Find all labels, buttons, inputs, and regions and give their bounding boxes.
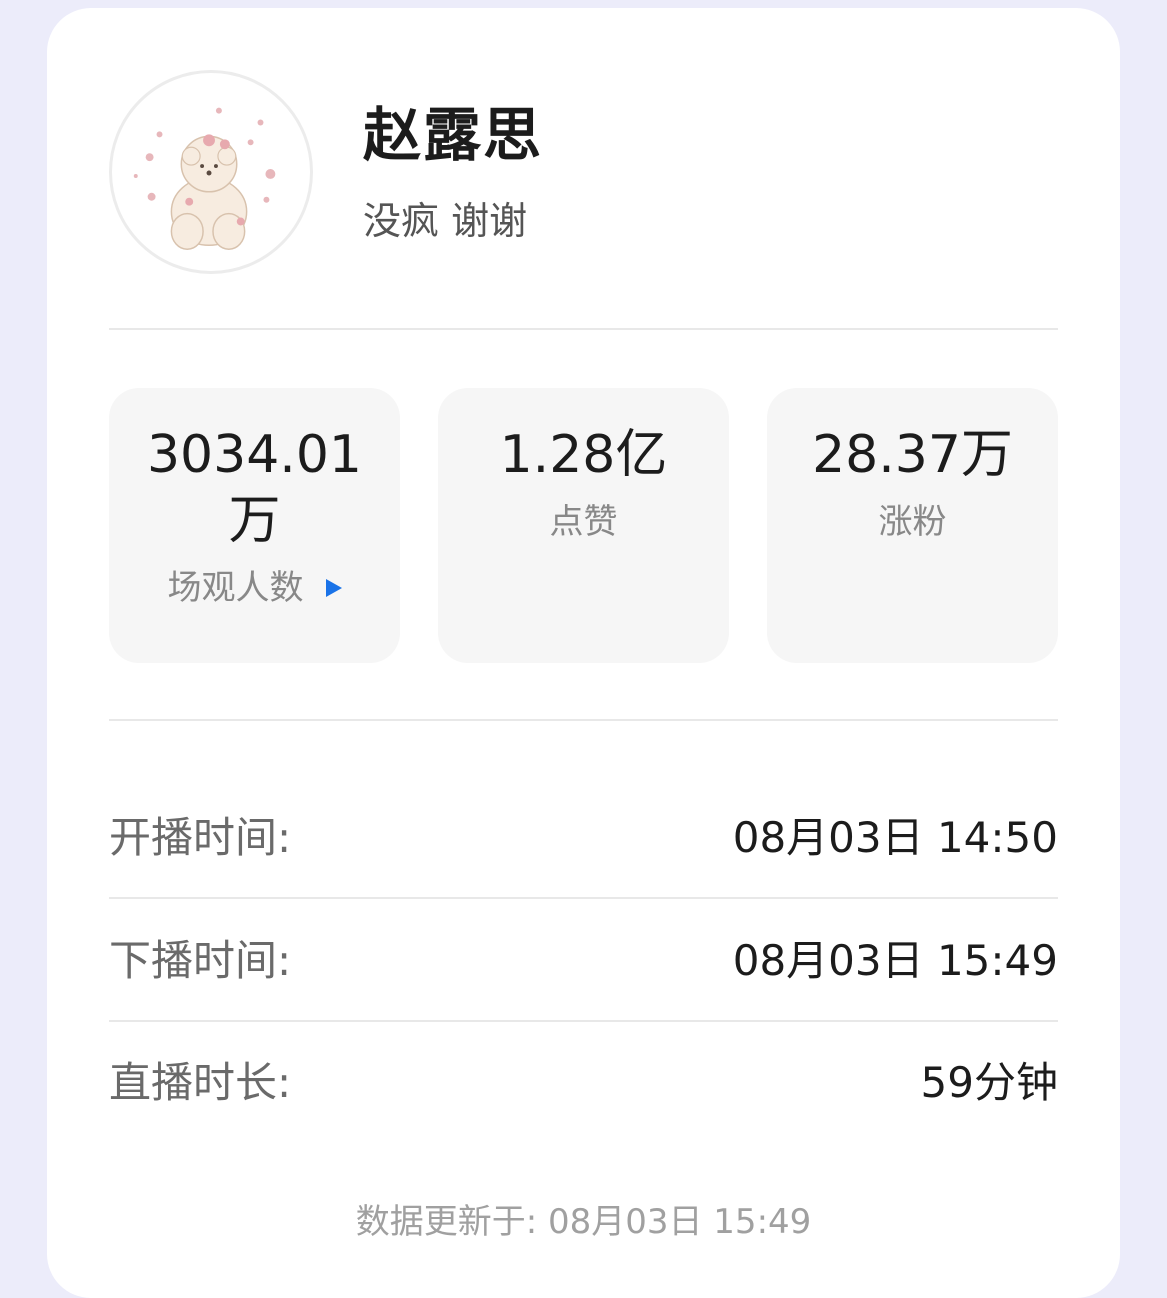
detail-row-start-time: 开播时间: 08月03日 14:50 [109, 778, 1058, 898]
stat-value: 28.37万 [812, 425, 1013, 485]
streamer-bio: 没疯 谢谢 [363, 199, 528, 243]
stat-likes[interactable]: 1.28亿 点赞 [438, 388, 729, 663]
puppy-avatar-icon [133, 107, 276, 250]
stat-label: 涨粉 [878, 502, 947, 542]
stat-label: 点赞 [549, 502, 618, 542]
detail-label: 下播时间: [109, 936, 292, 985]
stat-new-followers[interactable]: 28.37万 涨粉 [767, 388, 1058, 663]
stat-label-text: 场观人数 [167, 568, 304, 608]
stat-value: 3034.01万 [146, 425, 363, 551]
stat-value: 1.28亿 [499, 425, 668, 485]
divider [109, 328, 1058, 330]
detail-label: 开播时间: [109, 813, 292, 862]
detail-value: 08月03日 15:49 [732, 936, 1058, 985]
avatar[interactable] [109, 70, 313, 274]
live-stats-card: 赵露思 没疯 谢谢 3034.01万 场观人数 1.28亿 点赞 28.37万 … [47, 8, 1120, 1298]
divider [109, 897, 1058, 899]
stat-label: 场观人数 [109, 566, 400, 610]
detail-value: 59分钟 [920, 1058, 1058, 1107]
stat-viewers[interactable]: 3034.01万 场观人数 [109, 388, 400, 663]
detail-row-end-time: 下播时间: 08月03日 15:49 [109, 901, 1058, 1021]
divider [109, 1020, 1058, 1022]
detail-value: 08月03日 14:50 [732, 813, 1058, 862]
divider [109, 719, 1058, 721]
data-updated-timestamp: 数据更新于: 08月03日 15:49 [355, 1202, 812, 1242]
play-arrow-icon[interactable] [325, 578, 342, 597]
streamer-name: 赵露思 [363, 101, 544, 169]
detail-label: 直播时长: [109, 1058, 292, 1107]
detail-row-duration: 直播时长: 59分钟 [109, 1023, 1058, 1143]
